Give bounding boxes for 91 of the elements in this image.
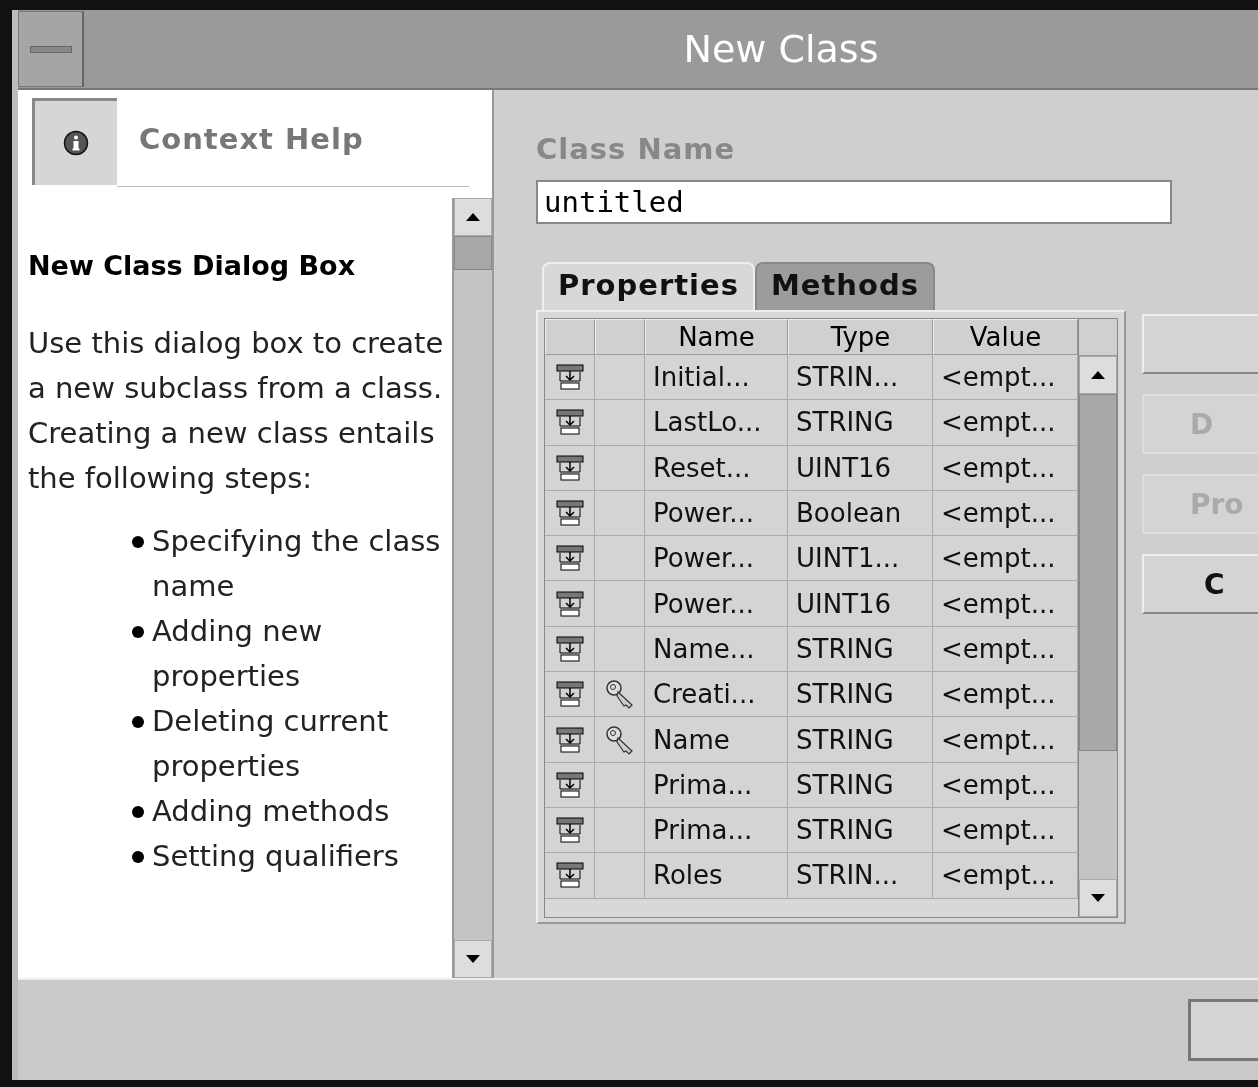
- table-cell: Power...: [645, 536, 788, 582]
- table-cell: LastLo...: [645, 400, 788, 446]
- table-cell: Boolean: [788, 490, 933, 537]
- key-icon: [604, 679, 635, 710]
- table-cell: <empt...: [933, 581, 1078, 627]
- help-header: Context Help: [117, 122, 469, 187]
- table-cell: Prima...: [645, 762, 788, 808]
- table-cell: <empt...: [933, 672, 1078, 718]
- bullet-icon: [132, 536, 144, 548]
- column-header[interactable]: [595, 319, 645, 355]
- table-cell: STRING: [788, 672, 933, 718]
- property-icon: [555, 454, 584, 481]
- info-icon: [63, 130, 89, 156]
- property-icon: [555, 681, 584, 708]
- table-cell: <empt...: [933, 762, 1078, 808]
- property-icon: [555, 364, 584, 391]
- property-icon: [555, 817, 584, 844]
- table-cell: <empt...: [933, 626, 1078, 673]
- property-icon: [555, 862, 584, 889]
- scroll-up-button[interactable]: [1079, 356, 1117, 394]
- triangle-down-icon: [466, 955, 480, 963]
- table-cell: <empt...: [933, 355, 1078, 401]
- scrollbar[interactable]: [452, 198, 492, 978]
- table-cell: Initial...: [645, 355, 788, 401]
- scroll-thumb[interactable]: [1079, 394, 1117, 751]
- bullet-icon: [132, 626, 144, 638]
- scroll-thumb[interactable]: [454, 236, 492, 270]
- table-cell: <empt...: [933, 445, 1078, 491]
- property-icon: [555, 500, 584, 527]
- property-icon: [555, 635, 584, 662]
- table-cell: UINT16: [788, 445, 933, 491]
- column-header[interactable]: Value: [933, 319, 1078, 355]
- table-cell: <empt...: [933, 853, 1078, 899]
- step-text: Adding new properties: [152, 613, 324, 695]
- table-cell: STRIN...: [788, 355, 933, 401]
- table-cell: STRING: [788, 400, 933, 446]
- step-text: Setting qualifiers: [152, 838, 400, 875]
- window-title: New Class: [682, 27, 880, 71]
- bullet-icon: [132, 851, 144, 863]
- table-cell: STRING: [788, 626, 933, 673]
- help-heading: New Class Dialog Box: [28, 250, 357, 281]
- class-name-label: Class Name: [536, 132, 737, 166]
- step-text: Specifying the class name: [152, 523, 442, 605]
- table-cell: Roles: [645, 853, 788, 899]
- column-header[interactable]: Type: [788, 319, 933, 355]
- bullet-icon: [132, 716, 144, 728]
- table-cell: STRING: [788, 807, 933, 854]
- table-cell: Power...: [645, 581, 788, 627]
- table-cell: <empt...: [933, 400, 1078, 446]
- key-icon: [604, 724, 635, 755]
- property-icon: [555, 590, 584, 617]
- table-cell: Power...: [645, 490, 788, 537]
- table-cell: STRING: [788, 717, 933, 763]
- step-text: Adding methods: [152, 793, 391, 830]
- table-cell: Prima...: [645, 807, 788, 854]
- table-cell: Name: [645, 717, 788, 763]
- window-menu-button[interactable]: [18, 11, 84, 87]
- table-cell: <empt...: [933, 490, 1078, 537]
- tab[interactable]: Properties: [542, 262, 755, 310]
- table-cell: <empt...: [933, 807, 1078, 854]
- property-icon: [555, 771, 584, 798]
- scroll-down-button[interactable]: [1079, 879, 1117, 917]
- tab[interactable]: Methods: [754, 262, 935, 310]
- table-cell: <empt...: [933, 717, 1078, 763]
- table-cell: Reset...: [645, 445, 788, 491]
- side-button[interactable]: C: [1142, 554, 1258, 614]
- scrollbar[interactable]: [1078, 319, 1117, 917]
- help-paragraph: Use this dialog box to create a new subclass from a class. Creating a new class entails the following steps:: [28, 325, 445, 497]
- property-icon: [555, 545, 584, 572]
- triangle-up-icon: [1091, 371, 1105, 379]
- column-header[interactable]: Name: [645, 319, 788, 355]
- class-name-field[interactable]: untitled: [536, 180, 1172, 224]
- table-cell: <empt...: [933, 536, 1078, 582]
- triangle-up-icon: [466, 213, 480, 221]
- column-header[interactable]: [545, 319, 595, 355]
- property-icon: [555, 726, 584, 753]
- table-cell: UINT1...: [788, 536, 933, 582]
- table-cell: UINT16: [788, 581, 933, 627]
- table-cell: Name...: [645, 626, 788, 673]
- dialog-button[interactable]: [1188, 999, 1258, 1061]
- side-button[interactable]: [1142, 314, 1258, 374]
- table-cell: STRING: [788, 762, 933, 808]
- bullet-icon: [132, 806, 144, 818]
- property-icon: [555, 409, 584, 436]
- column-header: [1079, 319, 1117, 356]
- triangle-down-icon: [1091, 894, 1105, 902]
- table-cell: STRIN...: [788, 853, 933, 899]
- scroll-up-button[interactable]: [454, 198, 492, 236]
- table-cell: Creati...: [645, 672, 788, 718]
- step-text: Deleting current properties: [152, 703, 390, 785]
- scroll-down-button[interactable]: [454, 940, 492, 978]
